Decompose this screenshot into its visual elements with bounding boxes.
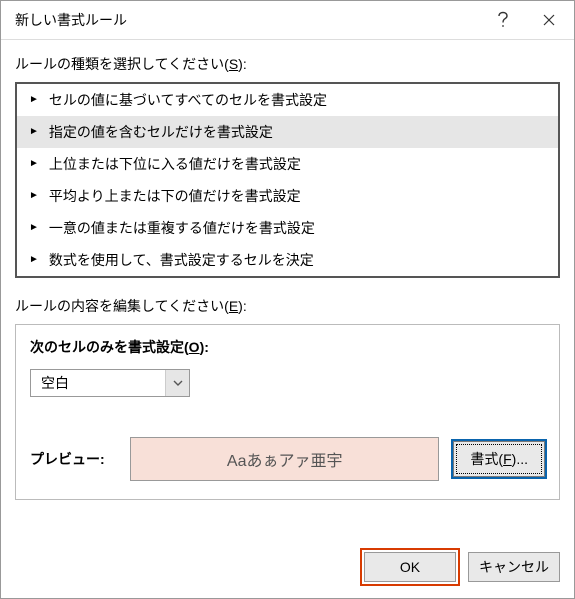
dialog-content: ルールの種類を選択してください(S): ► セルの値に基づいてすべてのセルを書式… xyxy=(1,40,574,598)
close-button[interactable] xyxy=(526,2,572,38)
rule-type-item[interactable]: ► 数式を使用して、書式設定するセルを決定 xyxy=(17,244,558,276)
dropdown-value: 空白 xyxy=(31,370,165,396)
window-title: 新しい書式ルール xyxy=(15,10,480,30)
preview-label: プレビュー: xyxy=(30,449,116,469)
rule-type-text: 平均より上または下の値だけを書式設定 xyxy=(49,186,301,206)
rule-type-item[interactable]: ► 平均より上または下の値だけを書式設定 xyxy=(17,180,558,212)
dialog-button-row: OK キャンセル xyxy=(15,534,560,582)
arrow-icon: ► xyxy=(29,191,39,201)
chevron-down-icon xyxy=(165,370,189,396)
rule-edit-box: 次のセルのみを書式設定(O): 空白 プレビュー: Aaあぁアァ亜宇 書式(F)… xyxy=(15,324,560,500)
arrow-icon: ► xyxy=(29,159,39,169)
format-button[interactable]: 書式(F)... xyxy=(453,441,545,477)
rule-type-item[interactable]: ► 上位または下位に入る値だけを書式設定 xyxy=(17,148,558,180)
condition-dropdown[interactable]: 空白 xyxy=(30,369,190,397)
rule-type-text: 指定の値を含むセルだけを書式設定 xyxy=(49,122,273,142)
cancel-button[interactable]: キャンセル xyxy=(468,552,560,582)
titlebar: 新しい書式ルール xyxy=(1,1,574,39)
rule-type-text: セルの値に基づいてすべてのセルを書式設定 xyxy=(49,90,327,110)
rule-edit-label: ルールの内容を編集してください(E): xyxy=(15,296,560,316)
rule-type-text: 一意の値または重複する値だけを書式設定 xyxy=(49,218,315,238)
help-button[interactable] xyxy=(480,2,526,38)
rule-type-text: 上位または下位に入る値だけを書式設定 xyxy=(49,154,301,174)
arrow-icon: ► xyxy=(29,223,39,233)
arrow-icon: ► xyxy=(29,95,39,105)
preview-row: プレビュー: Aaあぁアァ亜宇 書式(F)... xyxy=(30,437,545,481)
arrow-icon: ► xyxy=(29,255,39,265)
rule-type-list: ► セルの値に基づいてすべてのセルを書式設定 ► 指定の値を含むセルだけを書式設… xyxy=(15,82,560,278)
rule-type-text: 数式を使用して、書式設定するセルを決定 xyxy=(49,250,314,270)
format-only-label: 次のセルのみを書式設定(O): xyxy=(30,337,545,357)
rule-type-label: ルールの種類を選択してください(S): xyxy=(15,54,560,74)
rule-type-item[interactable]: ► 指定の値を含むセルだけを書式設定 xyxy=(17,116,558,148)
rule-type-item[interactable]: ► セルの値に基づいてすべてのセルを書式設定 xyxy=(17,84,558,116)
rule-type-item[interactable]: ► 一意の値または重複する値だけを書式設定 xyxy=(17,212,558,244)
ok-button[interactable]: OK xyxy=(364,552,456,582)
preview-sample: Aaあぁアァ亜宇 xyxy=(130,437,439,481)
arrow-icon: ► xyxy=(29,127,39,137)
